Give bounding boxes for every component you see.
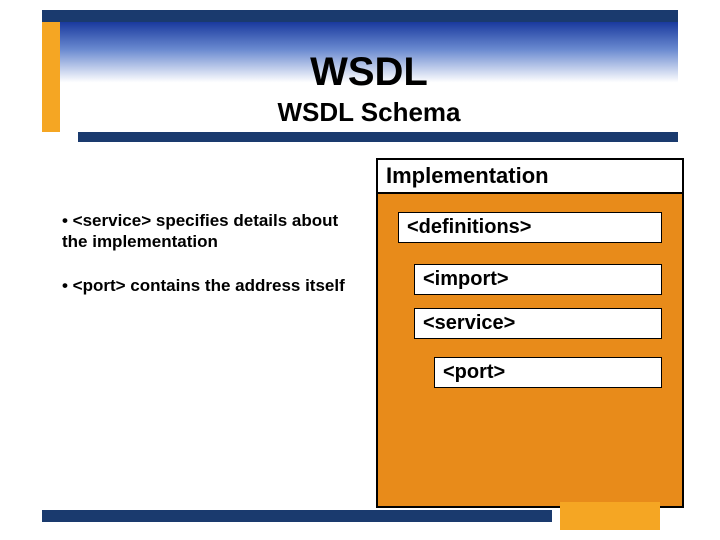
box-import: <import> bbox=[414, 264, 662, 295]
bottom-accent bbox=[560, 502, 660, 530]
slide-subtitle: WSDL Schema bbox=[60, 97, 678, 128]
top-decor-bar bbox=[42, 10, 678, 22]
diagram-title: Implementation bbox=[378, 160, 682, 194]
bullet-port: • <port> contains the address itself bbox=[62, 275, 362, 296]
box-definitions: <definitions> bbox=[398, 212, 662, 243]
bottom-decor-bar bbox=[42, 510, 552, 522]
slide-header: WSDL WSDL Schema bbox=[60, 22, 678, 132]
implementation-diagram: Implementation <definitions> <import> <s… bbox=[376, 158, 684, 508]
box-port: <port> bbox=[434, 357, 662, 388]
slide-title: WSDL bbox=[60, 50, 678, 95]
box-service: <service> bbox=[414, 308, 662, 339]
header-underline bbox=[78, 132, 678, 142]
left-accent bbox=[42, 22, 60, 132]
bullet-service: • <service> specifies details about the … bbox=[62, 210, 362, 253]
bullet-list: • <service> specifies details about the … bbox=[62, 210, 362, 296]
